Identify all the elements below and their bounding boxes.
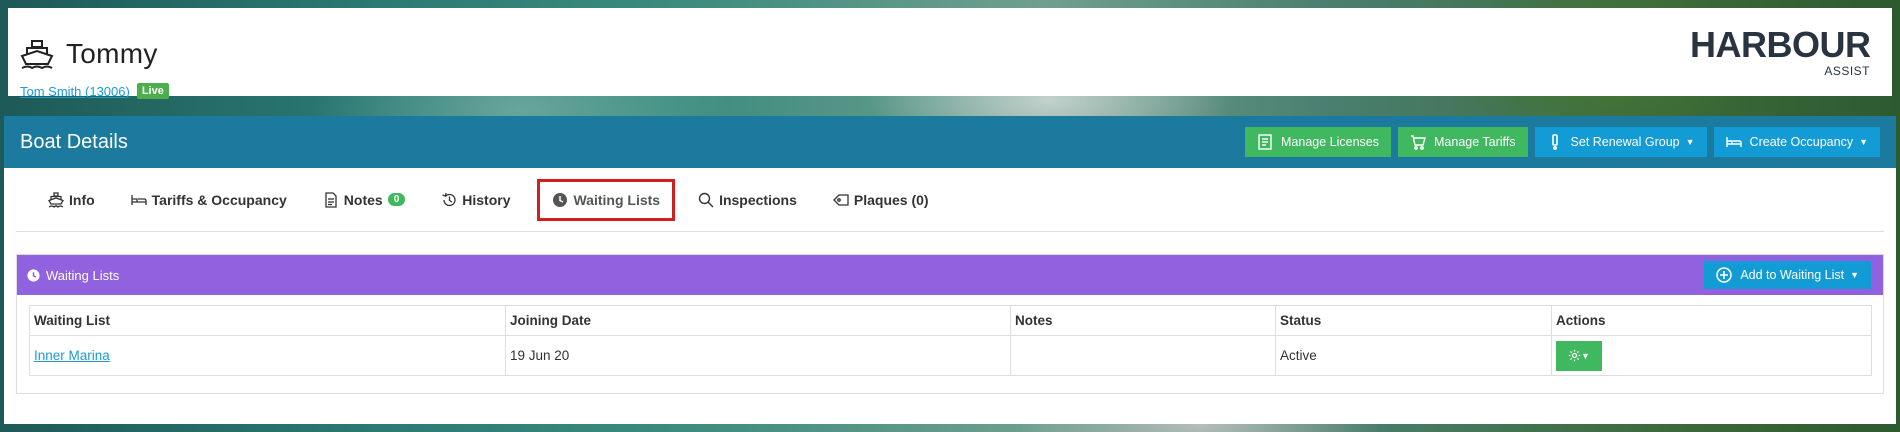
boat-icon [48,191,64,208]
create-occupancy-label: Create Occupancy [1749,135,1854,149]
logo-sub-text: ASSIST [1824,64,1870,78]
logo-main-text: HARBOUR [1690,24,1871,65]
tab-plaques[interactable]: Plaques (0) [821,184,941,216]
exclamation-icon [1551,134,1558,150]
bed-icon [131,194,147,205]
header-buttons: Manage Licenses Manage Tariffs Set Renew… [1245,127,1880,157]
boat-details-panel: Boat Details Manage Licenses Manage Tari… [4,116,1896,424]
waiting-lists-header: Waiting Lists Add to Waiting List ▼ [17,255,1883,295]
table-cell [1010,335,1276,376]
waiting-lists-table: Waiting List Joining Date Notes Status A… [29,305,1872,376]
waiting-lists-title-text: Waiting Lists [46,267,120,283]
tabs: Info Tariffs & Occupancy Notes 0 History… [16,168,1884,232]
cart-icon [1411,135,1426,150]
tab-waiting-lists-label: Waiting Lists [573,191,661,208]
table-cell: ▼ [1551,335,1872,376]
manage-tariffs-button[interactable]: Manage Tariffs [1398,127,1528,157]
gear-icon [1568,349,1581,362]
plus-circle-icon [1716,267,1733,283]
tab-plaques-label: Plaques (0) [853,191,929,208]
tab-history-label: History [462,191,511,208]
column-header: Actions [1551,305,1872,336]
tab-notes[interactable]: Notes 0 [311,184,417,216]
clock-icon [553,192,568,207]
column-header: Notes [1010,305,1276,336]
history-icon [442,192,456,206]
column-header: Waiting List [29,305,506,336]
document-icon [325,191,337,208]
notes-count-badge: 0 [387,193,406,206]
table-cell: 19 Jun 20 [505,335,1011,376]
tab-history[interactable]: History [429,184,522,216]
tag-icon [832,193,849,206]
table-header-row: Waiting List Joining Date Notes Status A… [29,305,1872,336]
harbour-assist-logo: HARBOUR ASSIST [1690,24,1871,83]
create-occupancy-button[interactable]: Create Occupancy ▼ [1713,127,1880,157]
set-renewal-group-button[interactable]: Set Renewal Group ▼ [1534,127,1707,157]
boat-icon [20,40,54,69]
column-header: Joining Date [505,305,1011,336]
row-actions-button[interactable]: ▼ [1556,340,1602,371]
panel-title: Boat Details [20,130,128,153]
table-cell: Active [1275,335,1552,376]
tab-tariffs-occupancy[interactable]: Tariffs & Occupancy [119,184,299,216]
add-to-waiting-list-button[interactable]: Add to Waiting List ▼ [1704,261,1871,289]
bed-icon [1725,137,1742,147]
clock-icon [27,268,40,282]
caret-down-icon: ▼ [1581,350,1590,361]
caret-down-icon: ▼ [1859,137,1868,147]
column-header: Status [1275,305,1552,336]
tab-inspections-label: Inspections [719,191,797,208]
table-cell: Inner Marina [29,335,506,376]
waiting-list-link[interactable]: Inner Marina [34,348,110,363]
boat-header: Tommy Tom Smith (13006) Live HARBOUR ASS… [8,8,1892,99]
table-row: Inner Marina 19 Jun 20 Active ▼ [29,335,1872,376]
tab-waiting-lists[interactable]: Waiting Lists [537,178,676,221]
manage-tariffs-label: Manage Tariffs [1434,135,1516,149]
tab-info-label: Info [69,191,95,208]
tab-notes-label: Notes [343,191,383,208]
status-badge: Live [136,83,169,99]
tab-info[interactable]: Info [36,184,107,216]
set-renewal-group-label: Set Renewal Group [1570,135,1680,149]
license-icon [1258,134,1272,150]
waiting-lists-box: Waiting Lists Add to Waiting List ▼ Wait… [16,254,1884,394]
caret-down-icon: ▼ [1850,270,1859,280]
manage-licenses-label: Manage Licenses [1281,135,1379,149]
owner-row: Tom Smith (13006) Live [20,83,169,99]
panel-header: Boat Details Manage Licenses Manage Tari… [4,116,1896,168]
search-icon [698,192,714,207]
caret-down-icon: ▼ [1685,137,1695,147]
tab-tariffs-label: Tariffs & Occupancy [151,191,287,208]
add-to-waiting-list-label: Add to Waiting List [1740,268,1845,282]
waiting-lists-title: Waiting Lists [27,268,119,283]
title-row: Tommy [20,38,158,70]
tab-inspections[interactable]: Inspections [686,184,809,216]
owner-link[interactable]: Tom Smith (13006) [20,84,130,99]
manage-licenses-button[interactable]: Manage Licenses [1245,127,1391,157]
boat-name: Tommy [66,38,158,69]
